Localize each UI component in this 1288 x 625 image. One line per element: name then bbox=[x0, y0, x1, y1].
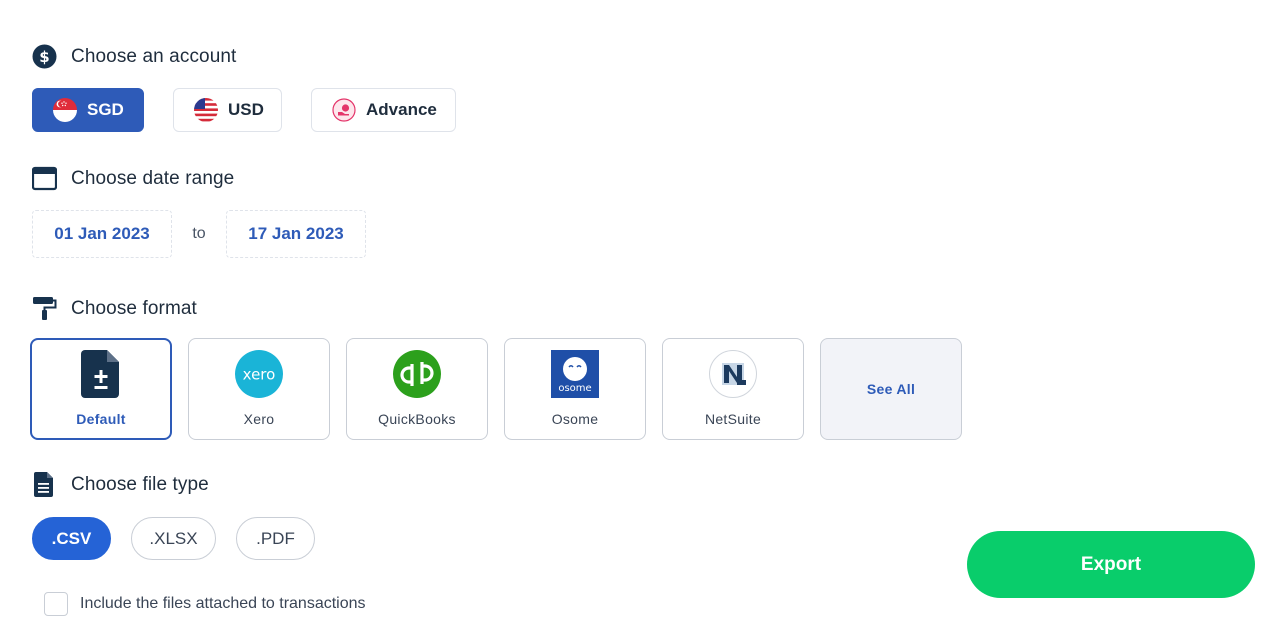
file-text-icon bbox=[32, 472, 57, 497]
file-type-section-header: Choose file type bbox=[32, 472, 209, 497]
format-default-label: Default bbox=[76, 411, 126, 427]
file-type-csv-button[interactable]: .CSV bbox=[32, 517, 111, 560]
format-xero-label: Xero bbox=[243, 411, 275, 427]
xero-logo-text: xero bbox=[243, 366, 276, 384]
format-default-card[interactable]: Default bbox=[30, 338, 172, 440]
account-options: SGD USD Advance bbox=[32, 88, 456, 132]
netsuite-logo bbox=[709, 350, 757, 398]
format-xero-card[interactable]: xero Xero bbox=[188, 338, 330, 440]
format-options: Default xero Xero QuickBooks osome Osome… bbox=[30, 338, 962, 440]
see-all-label: See All bbox=[866, 381, 916, 397]
include-attachments-option: Include the files attached to transactio… bbox=[44, 592, 366, 616]
file-type-section-title: Choose file type bbox=[71, 473, 209, 495]
us-flag-icon bbox=[194, 98, 218, 122]
document-add-icon bbox=[77, 350, 125, 398]
date-section-header: Choose date range bbox=[32, 166, 234, 191]
calendar-icon bbox=[32, 166, 57, 191]
file-type-options: .CSV .XLSX .PDF bbox=[32, 517, 315, 560]
date-section-title: Choose date range bbox=[71, 167, 235, 189]
start-date-field[interactable]: 01 Jan 2023 bbox=[32, 210, 172, 258]
file-type-xlsx-button[interactable]: .XLSX bbox=[131, 517, 216, 560]
account-usd-label: USD bbox=[228, 100, 264, 119]
osome-logo: osome bbox=[551, 350, 599, 398]
singapore-flag-icon bbox=[53, 98, 77, 122]
advance-icon bbox=[332, 98, 356, 122]
end-date-field[interactable]: 17 Jan 2023 bbox=[226, 210, 366, 258]
account-section-title: Choose an account bbox=[71, 45, 237, 67]
account-sgd-button[interactable]: SGD bbox=[32, 88, 144, 132]
file-type-pdf-button[interactable]: .PDF bbox=[236, 517, 315, 560]
account-advance-button[interactable]: Advance bbox=[311, 88, 456, 132]
format-quickbooks-card[interactable]: QuickBooks bbox=[346, 338, 488, 440]
format-osome-card[interactable]: osome Osome bbox=[504, 338, 646, 440]
quickbooks-logo bbox=[393, 350, 441, 398]
xero-logo: xero bbox=[235, 350, 283, 398]
include-attachments-label: Include the files attached to transactio… bbox=[80, 595, 366, 612]
date-separator: to bbox=[192, 225, 206, 242]
svg-text:$: $ bbox=[39, 48, 49, 66]
export-button[interactable]: Export bbox=[967, 531, 1255, 598]
account-usd-button[interactable]: USD bbox=[173, 88, 282, 132]
dollar-circle-icon: $ bbox=[32, 44, 57, 69]
format-see-all-button[interactable]: See All bbox=[820, 338, 962, 440]
format-section-header: Choose format bbox=[32, 296, 197, 321]
account-section-header: $ Choose an account bbox=[32, 44, 236, 69]
paint-roller-icon bbox=[32, 296, 57, 321]
format-section-title: Choose format bbox=[71, 297, 197, 319]
date-range-picker: 01 Jan 2023 to 17 Jan 2023 bbox=[32, 210, 366, 258]
format-quickbooks-label: QuickBooks bbox=[378, 411, 456, 427]
account-advance-label: Advance bbox=[366, 100, 437, 119]
format-netsuite-label: NetSuite bbox=[704, 411, 762, 427]
format-netsuite-card[interactable]: NetSuite bbox=[662, 338, 804, 440]
include-attachments-checkbox[interactable] bbox=[44, 592, 68, 616]
format-osome-label: Osome bbox=[551, 411, 599, 427]
osome-logo-text: osome bbox=[558, 383, 591, 394]
account-sgd-label: SGD bbox=[87, 100, 124, 119]
